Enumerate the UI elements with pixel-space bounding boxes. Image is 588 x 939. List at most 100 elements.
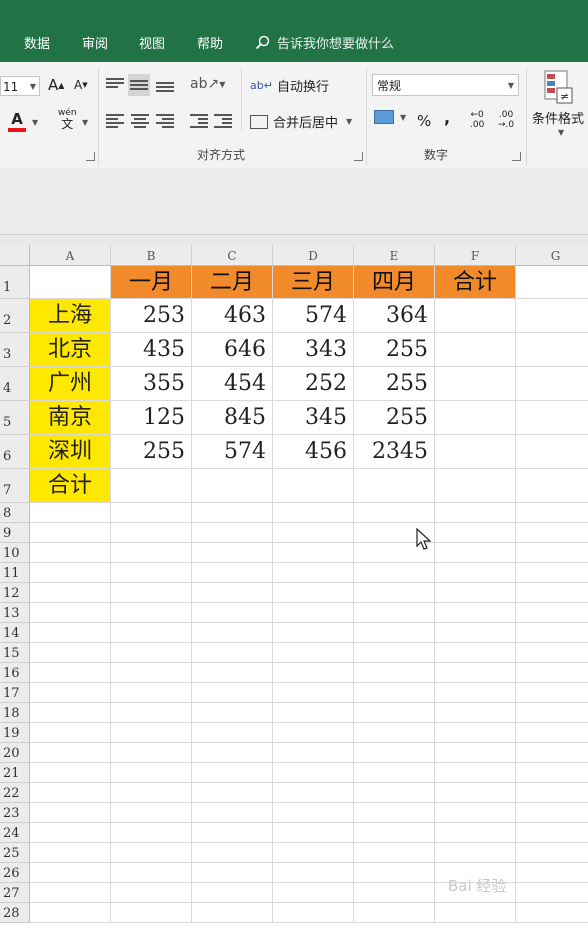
cell[interactable] xyxy=(192,523,273,543)
cell[interactable] xyxy=(273,543,354,563)
cell[interactable] xyxy=(111,643,192,663)
cell[interactable] xyxy=(516,523,588,543)
cell[interactable] xyxy=(111,543,192,563)
cell[interactable] xyxy=(192,903,273,923)
cell[interactable] xyxy=(30,843,111,863)
cell[interactable] xyxy=(111,469,192,503)
cell[interactable] xyxy=(435,723,516,743)
cell[interactable] xyxy=(435,583,516,603)
cell[interactable] xyxy=(30,783,111,803)
row-header-7[interactable]: 7 xyxy=(0,469,30,503)
cell[interactable] xyxy=(30,763,111,783)
cell[interactable] xyxy=(435,903,516,923)
cell[interactable] xyxy=(273,843,354,863)
cell[interactable] xyxy=(111,843,192,863)
header-cell[interactable]: 二月 xyxy=(192,266,273,299)
cell[interactable] xyxy=(516,266,588,299)
cell[interactable] xyxy=(435,763,516,783)
increase-indent-icon[interactable] xyxy=(214,112,232,128)
grow-font-button[interactable]: A ▲ xyxy=(48,76,64,94)
cell[interactable] xyxy=(273,469,354,503)
chevron-down-icon[interactable]: ▼ xyxy=(32,118,38,127)
cell[interactable] xyxy=(516,843,588,863)
cell[interactable] xyxy=(273,603,354,623)
cell[interactable] xyxy=(111,783,192,803)
cell[interactable] xyxy=(273,623,354,643)
cell[interactable] xyxy=(111,723,192,743)
font-size-select[interactable]: 11 ▼ xyxy=(0,76,40,96)
cell[interactable] xyxy=(111,623,192,643)
city-cell[interactable]: 深圳 xyxy=(30,435,111,469)
tell-me-search[interactable]: 告诉我你想要做什么 xyxy=(255,33,394,52)
cell[interactable] xyxy=(192,663,273,683)
cell[interactable] xyxy=(111,683,192,703)
cell[interactable] xyxy=(30,803,111,823)
cell[interactable] xyxy=(192,603,273,623)
align-top-icon[interactable] xyxy=(106,76,124,90)
cell[interactable] xyxy=(435,623,516,643)
cell[interactable] xyxy=(30,523,111,543)
value-cell[interactable]: 253 xyxy=(111,299,192,333)
cell[interactable] xyxy=(273,763,354,783)
cell[interactable] xyxy=(192,883,273,903)
row-header-21[interactable]: 21 xyxy=(0,763,30,783)
value-cell[interactable]: 255 xyxy=(354,367,435,401)
cell[interactable] xyxy=(192,863,273,883)
row-header-11[interactable]: 11 xyxy=(0,563,30,583)
cell[interactable] xyxy=(516,863,588,883)
cell[interactable] xyxy=(354,723,435,743)
cell[interactable] xyxy=(354,663,435,683)
cell[interactable] xyxy=(192,543,273,563)
cell[interactable] xyxy=(30,703,111,723)
cell[interactable] xyxy=(516,603,588,623)
cell[interactable] xyxy=(192,683,273,703)
column-header-e[interactable]: E xyxy=(354,245,435,266)
align-bottom-icon[interactable] xyxy=(156,80,174,94)
cell[interactable] xyxy=(30,883,111,903)
increase-decimal-button[interactable]: ←0.00 xyxy=(470,110,484,130)
column-header-g[interactable]: G xyxy=(516,245,588,266)
chevron-down-icon[interactable]: ▼ xyxy=(82,118,88,127)
row-header-5[interactable]: 5 xyxy=(0,401,30,435)
cell[interactable] xyxy=(354,503,435,523)
cell[interactable] xyxy=(354,469,435,503)
cell[interactable] xyxy=(516,435,588,469)
value-cell[interactable]: 255 xyxy=(354,333,435,367)
cell[interactable] xyxy=(273,903,354,923)
number-format-select[interactable]: 常规 ▼ xyxy=(372,74,519,96)
cell[interactable] xyxy=(273,883,354,903)
cell[interactable] xyxy=(273,663,354,683)
column-header-c[interactable]: C xyxy=(192,245,273,266)
column-header-a[interactable]: A xyxy=(30,245,111,266)
cell[interactable] xyxy=(516,333,588,367)
cell[interactable] xyxy=(192,503,273,523)
cell[interactable] xyxy=(516,643,588,663)
row-header-26[interactable]: 26 xyxy=(0,863,30,883)
percent-button[interactable]: % xyxy=(417,112,431,130)
cell[interactable] xyxy=(435,663,516,683)
number-group-launcher-icon[interactable] xyxy=(512,152,521,161)
cell[interactable] xyxy=(273,863,354,883)
tab-view[interactable]: 视图 xyxy=(139,33,165,52)
cell[interactable] xyxy=(30,743,111,763)
cell[interactable] xyxy=(192,823,273,843)
cell[interactable] xyxy=(111,803,192,823)
cell[interactable] xyxy=(192,783,273,803)
cell[interactable] xyxy=(435,803,516,823)
total-label-cell[interactable]: 合计 xyxy=(30,469,111,503)
column-header-d[interactable]: D xyxy=(273,245,354,266)
row-header-24[interactable]: 24 xyxy=(0,823,30,843)
cell[interactable] xyxy=(354,643,435,663)
value-cell[interactable]: 355 xyxy=(111,367,192,401)
align-middle-icon[interactable] xyxy=(128,74,150,96)
cell[interactable] xyxy=(273,523,354,543)
cell[interactable] xyxy=(30,266,111,299)
row-header-20[interactable]: 20 xyxy=(0,743,30,763)
cell[interactable] xyxy=(516,563,588,583)
merge-center-button[interactable]: 合并后居中 ▼ xyxy=(250,112,352,131)
cell[interactable] xyxy=(192,563,273,583)
value-cell[interactable]: 463 xyxy=(192,299,273,333)
cell[interactable] xyxy=(354,563,435,583)
font-color-button[interactable]: A xyxy=(8,110,26,132)
row-header-28[interactable]: 28 xyxy=(0,903,30,923)
